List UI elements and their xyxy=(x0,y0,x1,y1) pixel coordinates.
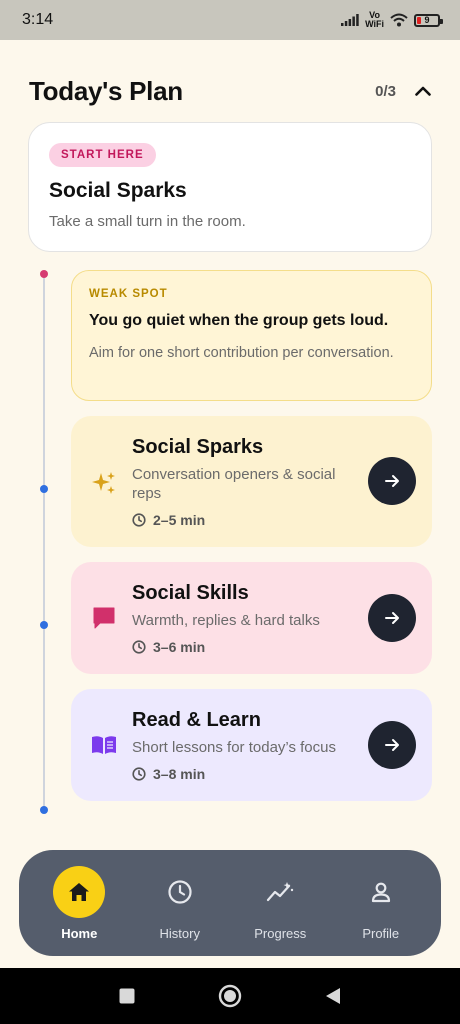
nav-label: History xyxy=(159,925,200,941)
chart-icon xyxy=(254,866,306,918)
chat-bubble-icon xyxy=(89,603,119,633)
back-button[interactable] xyxy=(324,986,342,1006)
battery-icon: 9 xyxy=(414,13,443,27)
sparkles-icon xyxy=(89,468,119,498)
start-activity-button[interactable] xyxy=(368,721,416,769)
start-card-title: Social Sparks xyxy=(49,179,187,202)
wifi-icon xyxy=(390,13,408,27)
arrow-right-icon xyxy=(385,739,399,751)
weak-spot-body: Aim for one short contribution per conve… xyxy=(89,345,394,361)
nav-item-history[interactable]: History xyxy=(130,866,231,941)
activity-card-social-sparks[interactable]: Social Sparks Conversation openers & soc… xyxy=(71,416,432,547)
timeline-line xyxy=(43,274,45,810)
nav-item-home[interactable]: Home xyxy=(29,865,130,941)
status-bar: 3:14 Vo WiFi 9 xyxy=(0,0,460,40)
plan-header: Today's Plan 0/3 xyxy=(29,74,434,108)
timeline-dot xyxy=(40,485,48,493)
plan-progress: 0/3 xyxy=(375,82,396,100)
clock-icon xyxy=(132,767,146,781)
weak-spot-card: WEAK SPOT You go quiet when the group ge… xyxy=(71,270,432,401)
timeline-dot xyxy=(40,621,48,629)
nav-label: Profile xyxy=(362,925,400,941)
timeline-dot xyxy=(40,806,48,814)
activity-duration: 3–8 min xyxy=(132,766,422,782)
page-title: Today's Plan xyxy=(29,75,183,106)
activity-duration: 2–5 min xyxy=(132,512,422,528)
activity-title: Social Sparks xyxy=(132,436,264,458)
clock-icon xyxy=(154,866,206,918)
recents-button[interactable] xyxy=(118,987,136,1005)
chevron-up-icon xyxy=(415,86,431,96)
start-here-badge: START HERE xyxy=(49,143,156,167)
start-card-subtitle: Take a small turn in the room. xyxy=(49,213,246,230)
book-icon xyxy=(89,730,119,760)
nav-label: Progress xyxy=(254,925,307,941)
bottom-nav: Home History Progress Profile xyxy=(19,850,441,956)
collapse-button[interactable] xyxy=(412,80,434,102)
status-icons: Vo WiFi 9 xyxy=(341,10,443,29)
weak-spot-title: You go quiet when the group gets loud. xyxy=(89,312,389,329)
start-activity-button[interactable] xyxy=(368,594,416,642)
nav-item-progress[interactable]: Progress xyxy=(230,866,331,941)
system-navigation-bar xyxy=(0,968,460,1024)
clock-icon xyxy=(132,513,146,527)
arrow-right-icon xyxy=(385,475,399,487)
activity-duration: 3–6 min xyxy=(132,639,422,655)
status-time: 3:14 xyxy=(22,11,54,28)
volte-icon: Vo WiFi xyxy=(365,10,384,29)
activity-card-social-skills[interactable]: Social Skills Warmth, replies & hard tal… xyxy=(71,562,432,674)
timeline-dot xyxy=(40,270,48,278)
start-here-card[interactable]: START HERE Social Sparks Take a small tu… xyxy=(28,122,432,252)
activity-subtitle: Warmth, replies & hard talks xyxy=(132,612,320,629)
clock-icon xyxy=(132,640,146,654)
person-icon xyxy=(355,866,407,918)
home-button[interactable] xyxy=(218,984,242,1008)
nav-item-profile[interactable]: Profile xyxy=(331,866,432,941)
start-activity-button[interactable] xyxy=(368,457,416,505)
activity-subtitle: Short lessons for today’s focus xyxy=(132,739,336,756)
activity-card-read-learn[interactable]: Read & Learn Short lessons for today’s f… xyxy=(71,689,432,801)
weak-spot-label: WEAK SPOT xyxy=(89,288,168,300)
arrow-right-icon xyxy=(385,612,399,624)
nav-label: Home xyxy=(61,925,98,941)
home-icon xyxy=(53,865,106,918)
signal-icon xyxy=(341,14,359,26)
activity-subtitle: Conversation openers & social reps xyxy=(132,466,336,502)
